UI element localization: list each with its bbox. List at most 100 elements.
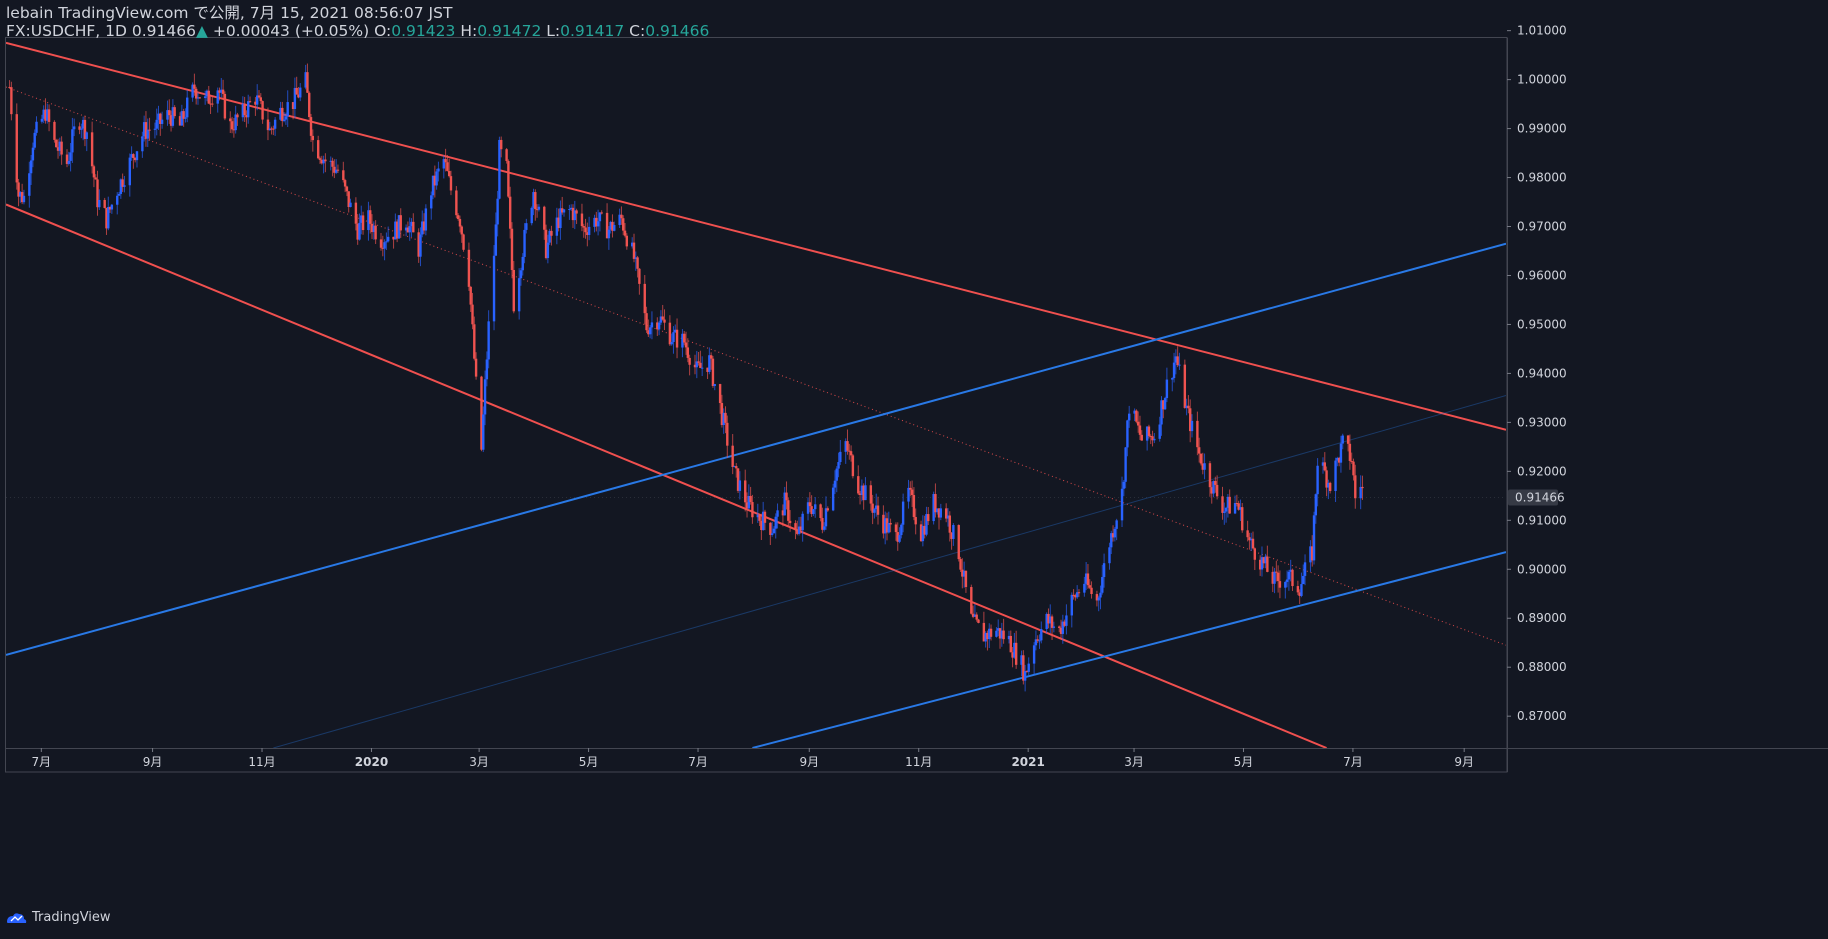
candle-body <box>964 570 968 588</box>
y-tick-label: 1.00000 <box>1517 73 1567 87</box>
candle-body <box>1339 443 1343 463</box>
candle-body <box>424 208 428 231</box>
candle-body <box>482 414 485 450</box>
candle-body <box>1312 515 1316 561</box>
close-value: 0.91466 <box>645 22 710 40</box>
candle-body <box>508 196 512 229</box>
candle-body <box>1233 503 1237 514</box>
y-tick-label: 0.88000 <box>1517 660 1567 674</box>
candle-body <box>831 487 835 511</box>
symbol-label: FX:USDCHF, 1D <box>6 22 127 40</box>
symbol-legend[interactable]: FX:USDCHF, 1D 0.91466▲ +0.00043 (+0.05%)… <box>6 22 709 40</box>
candle-body <box>257 95 261 98</box>
candle-body <box>1050 616 1054 628</box>
candle-body <box>474 358 478 377</box>
candle-body <box>735 466 738 469</box>
y-tick-label: 0.92000 <box>1517 464 1567 478</box>
candle-body <box>1196 420 1199 448</box>
candle-body <box>770 533 774 535</box>
candle-body <box>851 455 855 477</box>
candle-body <box>1099 592 1102 598</box>
candle-body <box>229 118 232 122</box>
candle-body <box>92 166 96 178</box>
candle-body <box>857 476 860 494</box>
candle-body <box>1077 592 1081 594</box>
candle-body <box>336 169 340 171</box>
candle-body <box>785 492 788 501</box>
y-tick-label: 0.90000 <box>1517 562 1567 576</box>
candle-body <box>607 229 611 239</box>
candle-body <box>299 87 302 98</box>
low-value: 0.91417 <box>560 22 625 40</box>
candle-body <box>909 487 912 490</box>
candle-body <box>1241 507 1244 531</box>
candle-body <box>374 225 377 240</box>
candle-body <box>562 209 566 213</box>
candle-body <box>107 206 110 229</box>
open-value: 0.91423 <box>391 22 456 40</box>
candle-body <box>1052 626 1056 628</box>
high-label: H: <box>460 22 478 40</box>
candle-body <box>399 215 402 231</box>
candle-body <box>1197 447 1201 454</box>
candle-body <box>361 215 365 231</box>
candle-body <box>1135 410 1138 422</box>
candle-body <box>814 504 817 510</box>
candle-body <box>358 222 361 240</box>
candle-body <box>1359 486 1362 499</box>
candle-body <box>1221 496 1224 513</box>
publish-info: lebain TradingView.com で公開, 7月 15, 2021 … <box>6 4 452 22</box>
candle-body <box>900 524 903 536</box>
candle-body <box>500 139 503 150</box>
candle-body <box>507 160 510 197</box>
candle-body <box>40 118 44 122</box>
candle-body <box>1183 364 1187 408</box>
candle-body <box>419 234 422 257</box>
candle-body <box>995 630 998 637</box>
candle-body <box>462 234 465 250</box>
candle-body <box>485 359 489 380</box>
candle-body <box>977 619 980 623</box>
candle-body <box>1273 571 1276 584</box>
candle-body <box>456 215 460 219</box>
candle-body <box>494 224 498 256</box>
candle-body <box>670 342 673 345</box>
candle-body <box>718 384 722 404</box>
candle-body <box>1352 461 1355 476</box>
candle-body <box>98 199 101 208</box>
candle-body <box>1023 671 1027 681</box>
candle-body <box>430 195 433 209</box>
candle-body <box>236 114 239 118</box>
candle-body <box>286 102 289 117</box>
candle-body <box>342 170 345 181</box>
y-tick-label: 0.94000 <box>1517 366 1567 380</box>
candle-body <box>272 128 275 130</box>
candle-body <box>1070 594 1073 616</box>
y-tick-label: 0.87000 <box>1517 709 1567 723</box>
chart-canvas[interactable]: 1.01000 1.00000 0.99000 0.98000 0.97000 0.960… <box>0 0 1828 939</box>
candle-body <box>1102 563 1106 578</box>
candle-body <box>521 256 524 271</box>
candle-body <box>957 525 960 560</box>
candle-body <box>914 517 917 525</box>
candle-body <box>523 229 526 257</box>
candle-body <box>625 235 629 247</box>
candle-body <box>864 485 867 501</box>
candle-body <box>141 136 144 152</box>
footer-brand[interactable]: TradingView <box>4 910 111 925</box>
candle-body <box>700 367 704 369</box>
candle-body <box>33 132 36 148</box>
candle-body <box>447 170 451 177</box>
x-tick-label: 11月 <box>905 755 932 769</box>
candle-body <box>317 140 320 159</box>
candle-body <box>194 88 198 99</box>
candle-body <box>1171 378 1174 380</box>
candle-body <box>1097 597 1100 601</box>
candle-body <box>684 342 688 348</box>
candle-body <box>318 158 322 160</box>
candle-body <box>467 249 471 287</box>
candle-body <box>155 119 158 129</box>
candle-body <box>28 173 31 196</box>
candle-body <box>876 505 880 515</box>
candle-body <box>248 101 252 103</box>
